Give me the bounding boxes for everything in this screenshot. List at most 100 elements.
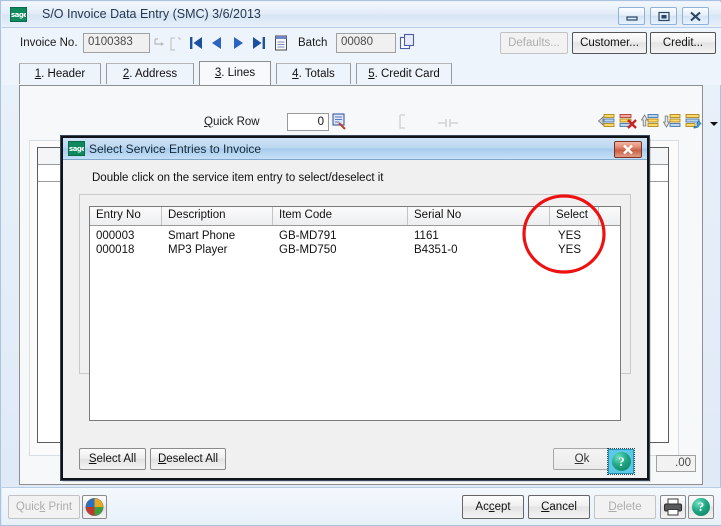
column-header-entry-no: Entry No xyxy=(96,209,141,221)
batch-copy-icon[interactable] xyxy=(399,33,417,56)
move-row-down-icon[interactable] xyxy=(662,113,681,134)
deselect-all-label: eselect All xyxy=(166,453,219,465)
column-header-item-code: Item Code xyxy=(279,209,333,221)
customer-button[interactable]: Customer... xyxy=(572,32,647,54)
column-header-description: Description xyxy=(168,209,226,221)
line-total-field: .00 xyxy=(656,455,696,472)
quick-row-label-text: uick Row xyxy=(212,116,260,128)
select-all-accel: S xyxy=(88,453,97,465)
tab-totals[interactable]: 4. Totals xyxy=(276,63,351,84)
service-entries-list[interactable]: Entry No Description Item Code Serial No… xyxy=(89,206,621,421)
nav-next-button[interactable] xyxy=(230,34,246,55)
move-row-up-icon[interactable] xyxy=(640,113,659,134)
quick-row-label: Quick Row xyxy=(204,116,260,128)
cell-item-code: GB-MD750 xyxy=(279,244,337,256)
tab-header[interactable]: 1. Header xyxy=(19,63,101,84)
sage-logo-icon: sage xyxy=(10,7,27,22)
row-lookup-icon[interactable] xyxy=(331,112,348,134)
ok-accel: O xyxy=(574,453,584,465)
invoice-no-field[interactable]: 0100383 xyxy=(83,33,150,53)
row-options-icon[interactable] xyxy=(685,113,703,134)
footer-toolbar: Quick Print Accept Cancel Delete ? xyxy=(2,487,721,525)
table-row[interactable]: 000003 Smart Phone GB-MD791 1161 YES xyxy=(90,230,620,243)
cancel-button[interactable]: Cancel xyxy=(528,495,590,519)
select-service-entries-dialog: sage Select Service Entries to Invoice D… xyxy=(61,136,649,480)
dialog-title: Select Service Entries to Invoice xyxy=(89,142,262,156)
quick-print-label-1: Quic xyxy=(15,501,40,513)
minimize-button[interactable] xyxy=(618,7,645,25)
nav-first-button[interactable] xyxy=(188,34,204,55)
batch-list-icon[interactable] xyxy=(274,34,288,55)
quick-row-input[interactable]: 0 xyxy=(287,113,329,131)
batch-field[interactable]: 00080 xyxy=(336,33,396,53)
column-divider-1 xyxy=(161,207,162,225)
print-button[interactable] xyxy=(660,495,686,519)
cell-select: YES xyxy=(558,230,582,242)
cell-entry-no: 000003 xyxy=(96,230,135,242)
nav-prev-button[interactable] xyxy=(209,34,225,55)
invoice-no-label: Invoice No. xyxy=(20,37,78,49)
accept-button[interactable]: Accept xyxy=(462,495,524,519)
close-button[interactable] xyxy=(682,7,709,25)
defaults-button[interactable]: Defaults... xyxy=(500,32,568,54)
deselect-all-button[interactable]: Deselect All xyxy=(150,448,226,470)
list-header-row: Entry No Description Item Code Serial No… xyxy=(90,207,620,226)
delete-label: elete xyxy=(616,501,642,513)
column-divider-4 xyxy=(549,207,550,225)
maximize-button[interactable] xyxy=(650,7,677,25)
cell-item-code: GB-MD791 xyxy=(279,230,337,242)
column-divider-3 xyxy=(407,207,408,225)
quick-print-label-2: Print xyxy=(45,501,73,513)
window-title: S/O Invoice Data Entry (SMC) 3/6/2013 xyxy=(42,7,261,21)
accept-label-2: ept xyxy=(494,501,511,513)
tab-address[interactable]: 2. Address xyxy=(106,63,194,84)
tab-lines[interactable]: 3. Lines xyxy=(199,61,271,85)
select-all-label: elect All xyxy=(96,453,137,465)
dialog-help-button[interactable]: ? xyxy=(607,448,635,475)
batch-label: Batch xyxy=(298,37,328,49)
column-divider-5 xyxy=(598,207,599,225)
tab-header-label: . Header xyxy=(41,68,86,80)
footer-help-button[interactable]: ? xyxy=(688,495,714,519)
tab-credit-card[interactable]: 5. Credit Card xyxy=(356,63,452,84)
delete-button[interactable]: Delete xyxy=(594,495,656,519)
delete-row-icon[interactable] xyxy=(619,113,637,134)
tab-address-label: . Address xyxy=(129,68,178,80)
insert-row-icon[interactable] xyxy=(597,113,615,134)
help-orb-icon: ? xyxy=(692,498,710,516)
tab-credit-card-label: . Credit Card xyxy=(374,68,440,80)
header-toolbar: Invoice No. 0100383 Batch 00080 Defaults… xyxy=(2,28,721,61)
cell-description: MP3 Player xyxy=(168,244,228,256)
quick-row-accel: Q xyxy=(204,116,213,128)
cell-select: YES xyxy=(558,244,582,256)
credit-button[interactable]: Credit... xyxy=(650,32,716,54)
application-window: sage S/O Invoice Data Entry (SMC) 3/6/20… xyxy=(0,0,721,526)
row-move-icon xyxy=(436,115,460,134)
lines-toolbar: Quick Row 0 xyxy=(19,111,718,137)
table-row[interactable]: 000018 MP3 Player GB-MD750 B4351-0 YES xyxy=(90,244,620,257)
ok-button[interactable]: Ok xyxy=(553,448,611,470)
help-orb-icon: ? xyxy=(612,452,631,471)
quick-print-globe-button[interactable] xyxy=(82,495,107,519)
cell-description: Smart Phone xyxy=(168,230,236,242)
tab-totals-label: . Totals xyxy=(298,68,335,80)
cell-entry-no: 000018 xyxy=(96,244,135,256)
window-titlebar: sage S/O Invoice Data Entry (SMC) 3/6/20… xyxy=(2,2,721,28)
quick-print-button[interactable]: Quick Print xyxy=(8,495,80,519)
cell-serial-no: B4351-0 xyxy=(414,244,458,256)
column-header-serial-no: Serial No xyxy=(414,209,462,221)
tab-lines-label: . Lines xyxy=(221,67,256,79)
dialog-close-button[interactable] xyxy=(614,141,642,158)
dialog-titlebar: sage Select Service Entries to Invoice xyxy=(63,138,647,160)
row-placeholder-icon xyxy=(397,113,413,134)
cancel-label: ancel xyxy=(549,501,577,513)
invoice-increment-icon[interactable] xyxy=(153,36,167,55)
dialog-hint-text: Double click on the service item entry t… xyxy=(92,172,384,184)
cell-serial-no: 1161 xyxy=(414,230,439,242)
chevron-down-icon[interactable] xyxy=(709,119,719,131)
nav-last-button[interactable] xyxy=(251,34,267,55)
accept-label-1: Ac xyxy=(475,501,489,513)
invoice-blank-icon[interactable] xyxy=(168,35,182,56)
column-divider-2 xyxy=(272,207,273,225)
select-all-button[interactable]: Select All xyxy=(79,448,146,470)
